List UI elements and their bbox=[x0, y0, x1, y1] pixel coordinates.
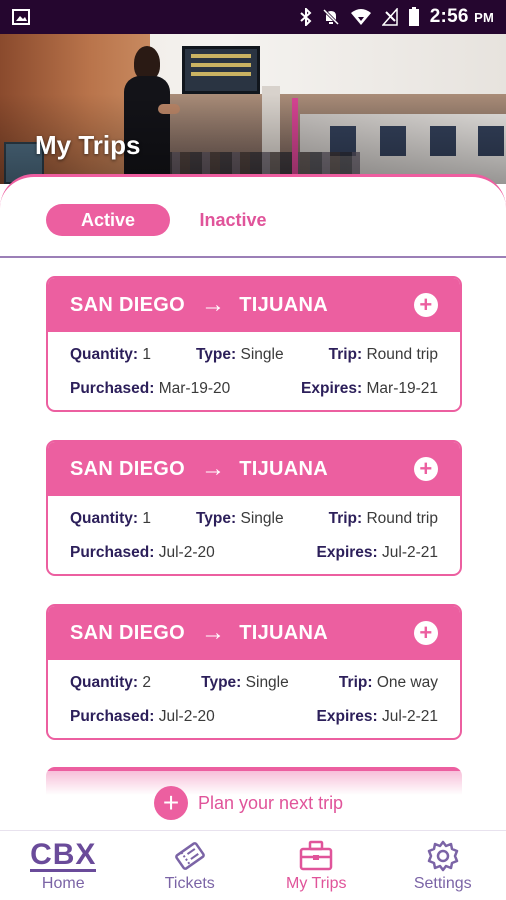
tab-inactive[interactable]: Inactive bbox=[182, 204, 284, 236]
expand-plus-icon[interactable]: + bbox=[414, 293, 438, 317]
nav-tickets-label: Tickets bbox=[164, 875, 215, 892]
nav-my-trips-label: My Trips bbox=[286, 875, 347, 892]
nav-tickets[interactable]: Tickets bbox=[127, 831, 254, 900]
trip-kind: Trip: Round trip bbox=[328, 510, 438, 527]
expand-plus-icon[interactable]: + bbox=[414, 621, 438, 645]
add-circle-icon: + bbox=[154, 786, 188, 820]
plan-trip-button[interactable]: + Plan your next trip bbox=[154, 786, 343, 820]
trip-expires: Expires: Mar-19-21 bbox=[301, 380, 438, 397]
trip-list[interactable]: SAN DIEGO → TIJUANA + Quantity: 1 Type: … bbox=[0, 258, 506, 830]
trip-type: Type: Single bbox=[201, 674, 289, 691]
trip-status-tabs: Active Inactive bbox=[0, 174, 506, 258]
trip-destination: TIJUANA bbox=[239, 293, 329, 316]
trip-kind: Trip: One way bbox=[338, 674, 438, 691]
nav-home-label: Home bbox=[41, 875, 85, 892]
tab-active[interactable]: Active bbox=[46, 204, 170, 236]
nav-home[interactable]: CBX Home bbox=[0, 831, 127, 900]
trip-expires: Expires: Jul-2-21 bbox=[316, 708, 438, 725]
expand-plus-icon[interactable]: + bbox=[414, 457, 438, 481]
bluetooth-icon bbox=[300, 8, 312, 26]
mute-icon bbox=[322, 8, 339, 26]
trip-origin: SAN DIEGO bbox=[70, 621, 185, 644]
trip-origin: SAN DIEGO bbox=[70, 457, 185, 480]
bottom-nav: CBX Home Tickets My Trips Settings bbox=[0, 830, 506, 900]
trip-card[interactable]: SAN DIEGO → TIJUANA + Quantity: 2 Type: … bbox=[46, 604, 462, 740]
gear-icon bbox=[427, 840, 458, 872]
trip-card-header: SAN DIEGO → TIJUANA + bbox=[48, 606, 460, 660]
nav-settings-label: Settings bbox=[413, 875, 472, 892]
trip-destination: TIJUANA bbox=[239, 621, 329, 644]
clock: 2:56 PM bbox=[429, 6, 494, 27]
image-icon bbox=[12, 9, 30, 25]
ticket-icon bbox=[174, 842, 205, 870]
trip-type: Type: Single bbox=[195, 510, 284, 527]
cbx-logo-icon: CBX bbox=[30, 837, 97, 872]
trip-type: Type: Single bbox=[195, 346, 284, 363]
trip-card[interactable]: SAN DIEGO → TIJUANA + Quantity: 1 Type: … bbox=[46, 440, 462, 576]
plan-trip-label: Plan your next trip bbox=[198, 792, 344, 813]
arrow-right-icon: → bbox=[200, 455, 226, 482]
trip-quantity: Quantity: 1 bbox=[70, 510, 151, 527]
no-signal-icon bbox=[381, 8, 398, 26]
trip-purchased: Purchased: Jul-2-20 bbox=[70, 544, 215, 561]
header-photo: My Trips bbox=[0, 34, 506, 184]
battery-icon bbox=[408, 7, 419, 26]
trip-origin: SAN DIEGO bbox=[70, 293, 185, 316]
trip-destination: TIJUANA bbox=[239, 457, 329, 480]
trip-purchased: Purchased: Mar-19-20 bbox=[70, 380, 231, 397]
trip-expires: Expires: Jul-2-21 bbox=[316, 544, 438, 561]
trip-quantity: Quantity: 1 bbox=[70, 346, 151, 363]
nav-settings[interactable]: Settings bbox=[380, 831, 506, 900]
trip-kind: Trip: Round trip bbox=[328, 346, 438, 363]
arrow-right-icon: → bbox=[200, 291, 226, 318]
trip-card-header: SAN DIEGO → TIJUANA + bbox=[48, 442, 460, 496]
trip-card[interactable]: SAN DIEGO → TIJUANA + Quantity: 1 Type: … bbox=[46, 276, 462, 412]
trip-card-header: SAN DIEGO → TIJUANA + bbox=[48, 278, 460, 332]
trip-purchased: Purchased: Jul-2-20 bbox=[70, 708, 215, 725]
nav-my-trips[interactable]: My Trips bbox=[253, 831, 380, 900]
arrow-right-icon: → bbox=[200, 619, 226, 646]
status-bar: 2:56 PM bbox=[0, 0, 506, 34]
trip-quantity: Quantity: 2 bbox=[70, 674, 151, 691]
page-title: My Trips bbox=[35, 130, 141, 160]
wifi-icon bbox=[350, 9, 371, 25]
suitcase-icon bbox=[300, 840, 333, 871]
